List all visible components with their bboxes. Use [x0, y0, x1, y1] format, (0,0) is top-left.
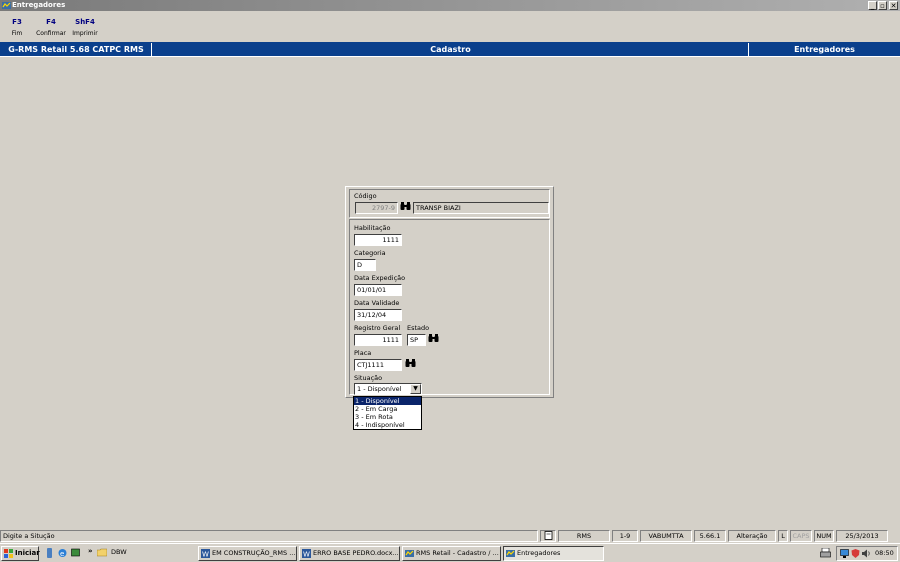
situacao-option[interactable]: 1 - Disponível	[354, 397, 421, 405]
situacao-option[interactable]: 2 - Em Carga	[354, 405, 421, 413]
f4-key: F4	[46, 18, 56, 26]
taskbar-window-erro-base[interactable]: W ERRO BASE PEDRO.docx...	[299, 546, 400, 561]
f4-confirmar-button[interactable]: F4 Confirmar	[34, 18, 68, 37]
codigo-search-binoculars-icon[interactable]	[399, 202, 412, 214]
start-label: Iniciar	[15, 549, 40, 557]
estado-label: Estado	[407, 324, 430, 332]
categoria-label: Categoria	[354, 249, 386, 257]
f3-label: Fim	[11, 30, 23, 37]
header-bar: G-RMS Retail 5.68 CATPC RMS Cadastro Ent…	[0, 42, 900, 57]
svg-text:e: e	[60, 550, 64, 558]
status-mode: Alteração	[728, 530, 776, 542]
document-icon	[540, 530, 556, 542]
f3-fim-button[interactable]: F3 Fim	[6, 18, 28, 37]
minimize-button[interactable]: _	[868, 1, 877, 10]
word-doc-icon: W	[302, 549, 311, 558]
folder-label[interactable]: DBW	[111, 547, 127, 558]
taskbar-window-label: EM CONSTRUÇÃO_RMS ...	[212, 549, 296, 557]
entregador-form-panel: Código 2797-9 TRANSP BIAZI Habilitação 1…	[345, 186, 554, 398]
f3-key: F3	[12, 18, 22, 26]
placa-label: Placa	[354, 349, 372, 357]
situacao-option[interactable]: 4 - Indisponível	[354, 421, 421, 429]
shf4-label: Imprimir	[72, 30, 98, 37]
chevron-down-icon[interactable]: ▼	[410, 384, 421, 394]
taskbar: Iniciar e » DBW W EM CONSTRUÇÃO_RMS ... …	[0, 543, 900, 562]
data-expedicao-label: Data Expedição	[354, 274, 406, 282]
system-tray: 08:50	[836, 546, 898, 561]
word-doc-icon: W	[201, 549, 210, 558]
status-num: NUM	[814, 530, 834, 542]
data-expedicao-field[interactable]: 01/01/01	[354, 284, 402, 296]
placa-field[interactable]: CTJ1111	[354, 359, 402, 371]
situacao-selected-value: 1 - Disponível	[357, 385, 402, 393]
header-section: Cadastro	[430, 45, 471, 54]
codigo-field[interactable]: 2797-9	[355, 202, 398, 214]
details-group: Habilitação 1111 Categoria D Data Expedi…	[349, 219, 550, 395]
situacao-option[interactable]: 3 - Em Rota	[354, 413, 421, 421]
registro-geral-field[interactable]: 1111	[354, 334, 402, 346]
codigo-description-field: TRANSP BIAZI	[413, 202, 549, 214]
taskbar-window-entregadores[interactable]: Entregadores	[503, 546, 604, 561]
status-message: Digite a Situção	[0, 530, 538, 542]
categoria-field[interactable]: D	[354, 259, 376, 271]
close-button[interactable]: ✕	[889, 1, 898, 10]
svg-text:W: W	[202, 551, 209, 559]
clock[interactable]: 08:50	[875, 547, 894, 560]
status-version: 5.66.1	[694, 530, 726, 542]
situacao-dropdown-list: 1 - Disponível 2 - Em Carga 3 - Em Rota …	[353, 396, 422, 430]
estado-field[interactable]: SP	[407, 334, 426, 346]
data-validade-label: Data Validade	[354, 299, 400, 307]
rms-app-icon	[405, 550, 414, 557]
windows-flag-icon	[4, 549, 13, 558]
taskbar-window-label: Entregadores	[517, 549, 561, 557]
header-app-name: G-RMS Retail 5.68 CATPC RMS	[8, 45, 144, 54]
habilitacao-label: Habilitação	[354, 224, 391, 232]
habilitacao-field[interactable]: 1111	[354, 234, 402, 246]
status-user: VABUMTTA	[640, 530, 692, 542]
placa-search-binoculars-icon[interactable]	[404, 359, 417, 371]
situacao-label: Situação	[354, 374, 383, 382]
taskbar-window-rms-retail[interactable]: RMS Retail - Cadastro / ...	[402, 546, 501, 561]
quicklaunch-app-icon[interactable]	[45, 548, 54, 558]
data-validade-field[interactable]: 31/12/04	[354, 309, 402, 321]
printer-icon[interactable]	[820, 548, 831, 558]
volume-icon[interactable]	[862, 549, 871, 558]
header-screen: Entregadores	[794, 45, 855, 54]
rms-app-icon	[506, 550, 515, 557]
taskbar-window-label: RMS Retail - Cadastro / ...	[416, 549, 499, 557]
f4-label: Confirmar	[36, 30, 66, 37]
title-bar: Entregadores _ ▫ ✕	[0, 0, 900, 11]
taskbar-window-em-construcao[interactable]: W EM CONSTRUÇÃO_RMS ...	[198, 546, 297, 561]
estado-search-binoculars-icon[interactable]	[427, 334, 440, 346]
status-range: 1-9	[612, 530, 638, 542]
status-l: L	[778, 530, 788, 542]
folder-icon[interactable]	[96, 548, 108, 557]
start-button[interactable]: Iniciar	[1, 546, 40, 561]
shf4-imprimir-button[interactable]: ShF4 Imprimir	[70, 18, 100, 37]
status-caps: CAPS	[790, 530, 812, 542]
codigo-label: Código	[354, 192, 377, 200]
codigo-group: Código 2797-9 TRANSP BIAZI	[349, 189, 550, 218]
shf4-key: ShF4	[75, 18, 95, 26]
internet-explorer-icon[interactable]: e	[58, 548, 67, 558]
maximize-button[interactable]: ▫	[878, 1, 887, 10]
registro-geral-label: Registro Geral	[354, 324, 401, 332]
taskbar-window-label: ERRO BASE PEDRO.docx...	[313, 549, 399, 557]
status-bar: Digite a Situção RMS 1-9 VABUMTTA 5.66.1…	[0, 529, 900, 543]
svg-text:W: W	[303, 551, 310, 559]
network-icon[interactable]	[840, 549, 849, 558]
shield-icon[interactable]	[851, 549, 860, 558]
window-title: Entregadores	[12, 1, 66, 9]
status-system: RMS	[558, 530, 610, 542]
status-date: 25/3/2013	[836, 530, 888, 542]
app-icon	[2, 2, 11, 9]
show-desktop-icon[interactable]	[71, 548, 80, 558]
quicklaunch-overflow[interactable]: »	[88, 547, 93, 555]
